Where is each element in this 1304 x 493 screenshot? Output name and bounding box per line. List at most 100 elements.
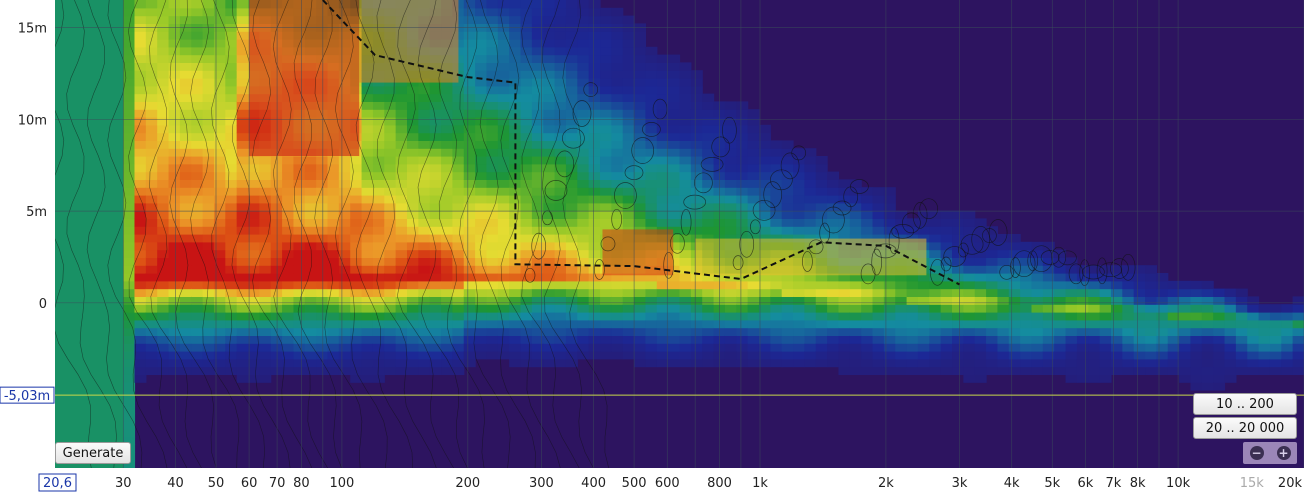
heat-cell bbox=[372, 109, 385, 118]
heat-cell bbox=[441, 202, 453, 212]
heat-cell bbox=[1247, 351, 1260, 360]
heat-cell bbox=[191, 319, 204, 329]
heat-cell bbox=[1088, 265, 1101, 274]
heat-cell bbox=[656, 62, 669, 71]
heat-cell bbox=[554, 249, 567, 258]
heat-cell bbox=[793, 187, 805, 196]
heat-cell bbox=[168, 241, 181, 251]
heat-cell bbox=[531, 93, 544, 102]
heat-cell bbox=[497, 265, 510, 274]
heat-cell bbox=[157, 171, 170, 180]
heat-cell bbox=[225, 117, 238, 126]
heat-cell bbox=[475, 319, 488, 329]
heat-cell bbox=[236, 15, 249, 24]
heat-cell bbox=[441, 109, 453, 118]
heat-cell bbox=[668, 78, 681, 87]
heat-cell bbox=[452, 218, 465, 227]
heat-cell bbox=[554, 218, 567, 227]
heat-cell bbox=[406, 312, 419, 321]
heat-cell bbox=[645, 46, 658, 56]
heat-cell bbox=[1020, 343, 1033, 352]
zoom-out-icon[interactable]: − bbox=[1249, 446, 1264, 460]
heat-cell bbox=[917, 351, 930, 360]
heat-cell bbox=[441, 351, 453, 360]
heat-cell bbox=[134, 7, 147, 17]
heat-cell bbox=[815, 195, 828, 204]
heat-cell bbox=[577, 31, 590, 40]
heat-cell bbox=[191, 335, 204, 344]
heat-cell bbox=[577, 202, 590, 212]
heat-cell bbox=[1076, 312, 1089, 321]
heat-cell bbox=[679, 312, 692, 321]
heat-cell bbox=[248, 312, 260, 321]
heat-cell bbox=[588, 351, 601, 360]
heat-cell bbox=[123, 296, 136, 305]
heat-cell bbox=[1076, 288, 1089, 297]
heat-cell bbox=[679, 358, 692, 368]
heat-cell bbox=[895, 296, 908, 305]
heat-cell bbox=[565, 351, 578, 360]
zoom-in-icon[interactable]: + bbox=[1276, 446, 1291, 460]
heat-cell bbox=[815, 202, 828, 212]
heat-cell bbox=[531, 62, 544, 71]
heat-cell bbox=[395, 93, 408, 102]
heat-cell bbox=[236, 187, 249, 196]
heat-cell bbox=[1042, 296, 1055, 305]
heat-cell bbox=[1190, 335, 1203, 344]
preset-20-20000-button[interactable]: 20 .. 20 000 bbox=[1193, 417, 1297, 439]
heat-cell bbox=[849, 343, 862, 352]
heat-cell bbox=[475, 280, 488, 290]
heat-cell bbox=[861, 312, 874, 321]
heat-cell bbox=[327, 273, 340, 282]
heat-cell bbox=[304, 319, 317, 329]
heat-cell bbox=[702, 288, 715, 297]
heat-cell bbox=[827, 343, 840, 352]
heat-cell bbox=[1122, 366, 1135, 375]
heat-cell bbox=[1292, 335, 1304, 344]
heat-cell bbox=[486, 163, 499, 173]
heat-cell bbox=[304, 202, 317, 212]
heat-cell bbox=[952, 335, 964, 344]
heat-cell bbox=[736, 132, 749, 141]
preset-10-200-button[interactable]: 10 .. 200 bbox=[1193, 393, 1297, 415]
spectrogram-chart[interactable]: -5,03m20,6 30 40 50 60 70 80 100 200 300 400 500 60… bbox=[0, 0, 1304, 493]
heat-cell bbox=[225, 280, 238, 290]
heat-cell bbox=[236, 148, 249, 157]
heat-cell bbox=[986, 304, 999, 313]
heat-cell bbox=[179, 226, 192, 235]
heat-cell bbox=[350, 171, 363, 180]
heat-cell bbox=[565, 0, 578, 9]
heat-cell bbox=[486, 280, 499, 290]
heat-cell bbox=[588, 234, 601, 243]
heat-cell bbox=[304, 351, 317, 360]
heat-cell bbox=[929, 304, 942, 313]
heat-cell bbox=[577, 39, 590, 48]
heat-cell bbox=[145, 358, 158, 368]
heat-cell bbox=[656, 70, 669, 79]
heat-cell bbox=[259, 343, 272, 352]
heat-cell bbox=[770, 358, 783, 368]
heat-cell bbox=[486, 335, 499, 344]
heat-cell bbox=[793, 358, 805, 368]
heat-cell bbox=[202, 140, 215, 149]
heat-cell bbox=[1258, 358, 1271, 368]
heat-cell bbox=[952, 234, 964, 243]
heat-cell bbox=[815, 312, 828, 321]
heat-cell bbox=[1133, 265, 1146, 274]
heat-cell bbox=[622, 202, 635, 212]
heat-cell bbox=[690, 210, 703, 219]
heat-cell bbox=[395, 249, 408, 258]
heat-cell bbox=[554, 70, 567, 79]
heat-cell bbox=[225, 124, 238, 134]
heat-cell bbox=[679, 296, 692, 305]
x-tick-label: 3k bbox=[952, 476, 968, 491]
heat-cell bbox=[191, 343, 204, 352]
heat-cell bbox=[815, 296, 828, 305]
heat-cell bbox=[168, 140, 181, 149]
heat-cell bbox=[679, 163, 692, 173]
heat-region bbox=[249, 0, 360, 156]
heat-cell bbox=[520, 319, 533, 329]
generate-button[interactable]: Generate bbox=[55, 442, 131, 464]
heat-cell bbox=[736, 280, 749, 290]
heat-cell bbox=[588, 7, 601, 17]
